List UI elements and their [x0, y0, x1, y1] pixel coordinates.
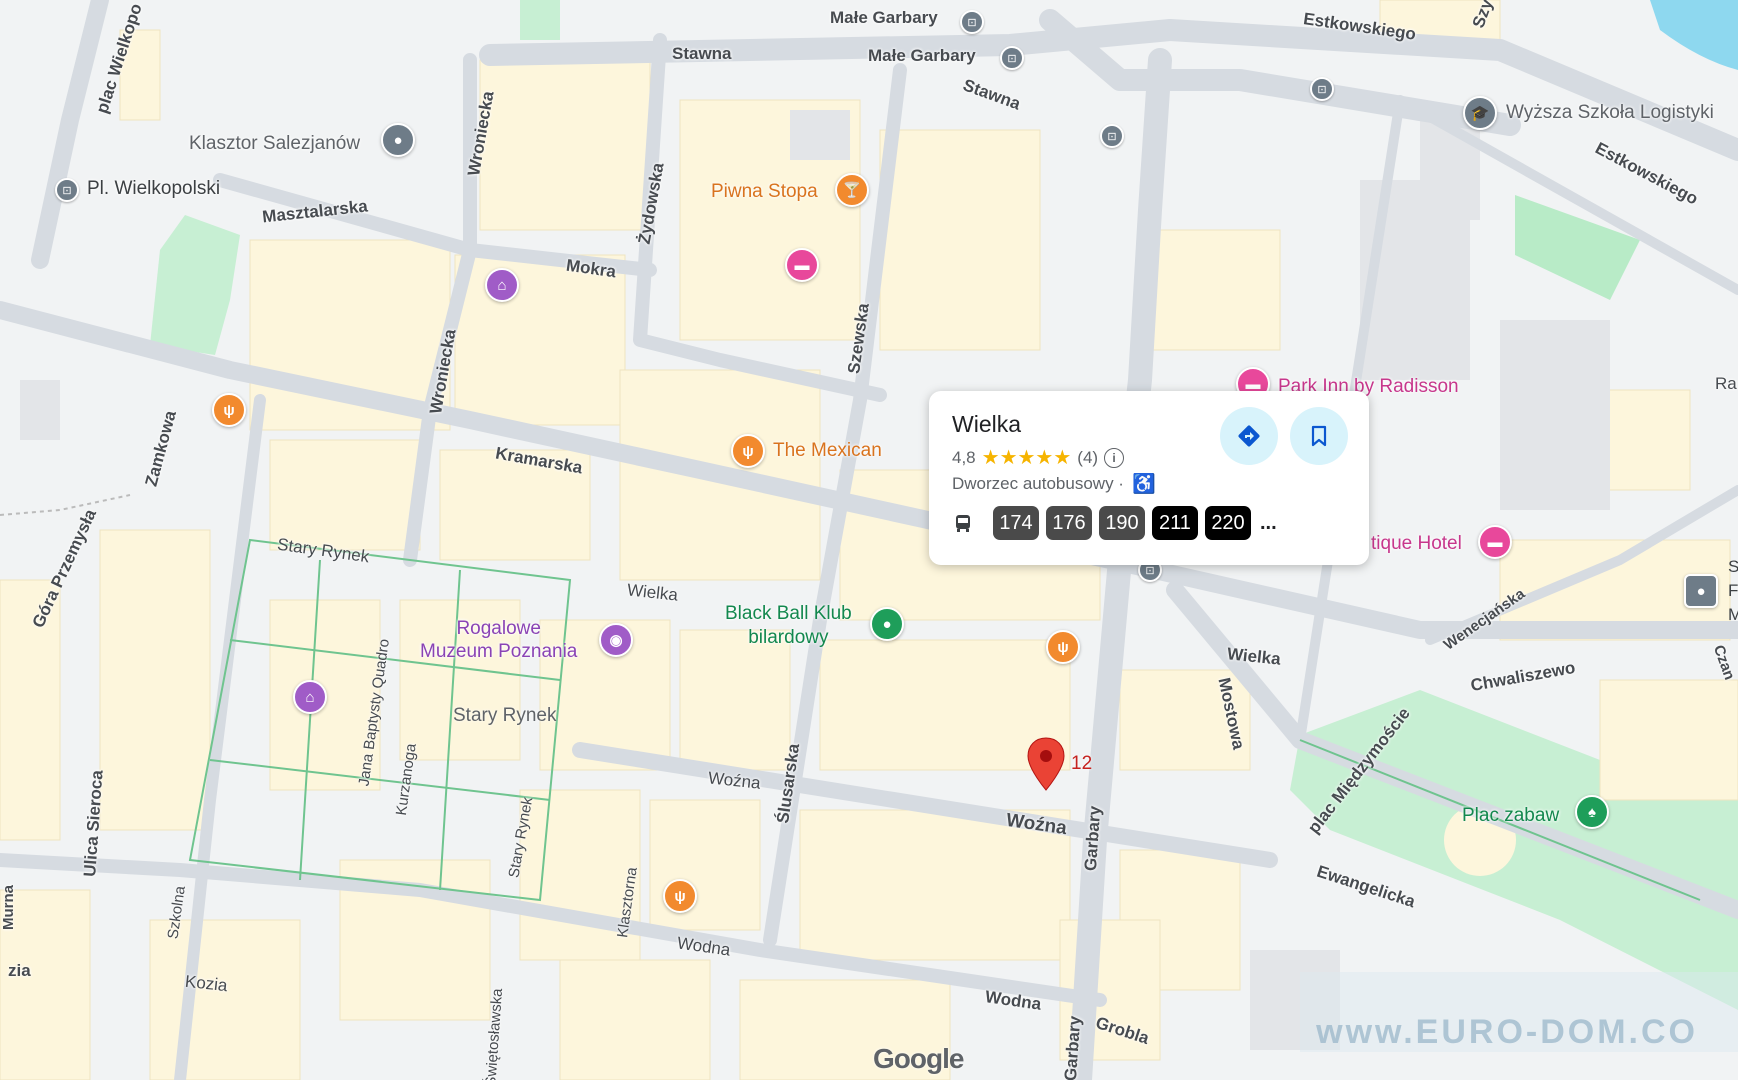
restaurant-marker-icon[interactable]: ψ [663, 879, 697, 913]
info-card-title: Wielka [952, 411, 1022, 437]
street-label-zia: zia [8, 961, 31, 980]
street-label-garbary: Garbary [1060, 1015, 1085, 1080]
place-label-piwna-stopa[interactable]: Piwna Stopa [711, 182, 818, 201]
place-label-boutique-hotel[interactable]: tique Hotel [1371, 534, 1462, 553]
info-card-rating: 4,8 ★★★★★ (4) i [952, 445, 1125, 470]
bus-stop-icon[interactable]: ⊡ [55, 178, 79, 202]
bar-marker-icon[interactable]: 🍸 [835, 173, 869, 207]
transit-routes: 174 176 190 211 220 ... [952, 506, 1277, 540]
directions-icon [1238, 425, 1260, 447]
museum-marker-icon[interactable]: ⌂ [293, 680, 327, 714]
route-badge[interactable]: 211 [1152, 506, 1198, 540]
watermark: www.EURO-DOM.CO [1300, 972, 1738, 1052]
pin-label: 12 [1071, 753, 1093, 774]
route-badge[interactable]: 190 [1099, 506, 1145, 540]
place-label-wyzsza-szkola[interactable]: Wyższa Szkoła Logistyki [1506, 103, 1714, 122]
place-label-line: bilardowy [748, 626, 829, 648]
bookmark-icon [1311, 425, 1327, 447]
route-badge[interactable]: 220 [1205, 506, 1251, 540]
location-pin-icon[interactable] [1026, 736, 1066, 792]
place-label-line: Muzeum Poznania [420, 640, 578, 662]
hotel-marker-icon[interactable]: ▬ [785, 248, 819, 282]
google-logo: Google [873, 1043, 964, 1074]
place-label-line: Black Ball Klub [725, 603, 852, 624]
place-label-s: S [1728, 557, 1738, 576]
restaurant-marker-icon[interactable]: ψ [212, 393, 246, 427]
billiards-marker-icon[interactable]: ● [870, 607, 904, 641]
place-info-card[interactable]: Wielka 4,8 ★★★★★ (4) i Dworzec autobusow… [929, 391, 1369, 565]
street-label-garbary: Garbary [1080, 805, 1105, 872]
hotel-marker-icon[interactable]: ▬ [1478, 525, 1512, 559]
map-canvas[interactable]: Małe Garbary Małe Garbary Stawna Stawna … [0, 0, 1738, 1080]
category-label: Dworzec autobusowy · [952, 474, 1124, 493]
rating-value: 4,8 [952, 447, 976, 467]
place-label-rogalowe-muzeum[interactable]: Rogalowe Muzeum Poznania [420, 618, 577, 664]
info-card-category: Dworzec autobusowy · ♿ [952, 472, 1156, 496]
info-icon[interactable]: i [1104, 447, 1125, 468]
restaurant-marker-icon[interactable]: ψ [731, 434, 765, 468]
bus-stop-icon[interactable]: ⊡ [1100, 124, 1124, 148]
camera-marker-icon[interactable]: ◉ [599, 623, 633, 657]
street-label-ra: Ra [1715, 374, 1737, 393]
place-label-plac-zabaw[interactable]: Plac zabaw [1462, 804, 1559, 828]
place-label-pl-wielkopolski[interactable]: Pl. Wielkopolski [87, 179, 220, 198]
wheelchair-icon: ♿ [1131, 474, 1156, 495]
route-badge[interactable]: 174 [993, 506, 1039, 540]
place-label-line: Rogalowe [456, 618, 541, 639]
street-label-stawna: Stawna [672, 44, 732, 63]
place-marker-icon[interactable]: ● [1684, 574, 1718, 608]
place-label-stary-rynek[interactable]: Stary Rynek [453, 706, 556, 725]
place-label-black-ball-klub[interactable]: Black Ball Klub bilardowy [725, 602, 852, 650]
street-label-male-garbary: Małe Garbary [830, 8, 938, 27]
bus-icon [956, 515, 970, 532]
route-badge[interactable]: 176 [1046, 506, 1092, 540]
museum-marker-icon[interactable]: ⌂ [485, 268, 519, 302]
more-routes[interactable]: ... [1260, 512, 1277, 535]
street-label-murna: Murna [0, 885, 17, 930]
save-button[interactable] [1290, 407, 1348, 465]
bus-stop-icon[interactable]: ⊡ [1310, 77, 1334, 101]
place-label-klasztor-salezjanow[interactable]: Klasztor Salezjanów [189, 134, 360, 153]
rating-stars-icon: ★★★★★ [981, 447, 1072, 469]
monastery-marker-icon[interactable]: ● [381, 123, 415, 157]
place-label-m: M [1728, 605, 1738, 624]
directions-button[interactable] [1220, 407, 1278, 465]
bus-stop-icon[interactable]: ⊡ [960, 10, 984, 34]
playground-marker-icon[interactable]: ♠ [1575, 795, 1609, 829]
street-label-male-garbary: Małe Garbary [868, 46, 976, 65]
bus-stop-icon[interactable]: ⊡ [1000, 46, 1024, 70]
restaurant-marker-icon[interactable]: ψ [1046, 630, 1080, 664]
street-label-kozia: Kozia [184, 971, 229, 996]
place-label-the-mexican[interactable]: The Mexican [773, 441, 882, 460]
school-marker-icon[interactable]: 🎓 [1463, 96, 1497, 130]
place-label-f: F [1728, 581, 1738, 600]
review-count[interactable]: (4) [1077, 448, 1098, 468]
